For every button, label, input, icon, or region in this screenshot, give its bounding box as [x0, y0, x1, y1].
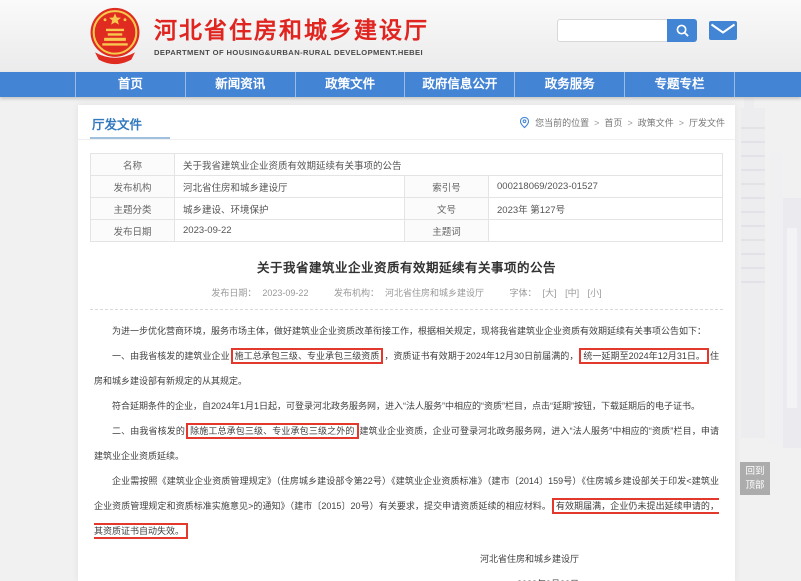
- text-segment: 二、由我省核发的: [112, 426, 185, 436]
- font-size-medium-button[interactable]: [中]: [565, 288, 579, 298]
- breadcrumb: 您当前的位置 > 首页 > 政策文件 > 厅发文件: [519, 116, 725, 129]
- search-input[interactable]: [557, 19, 667, 42]
- font-size-label: 字体：: [510, 288, 537, 298]
- field-value-category: 城乡建设、环境保护: [175, 198, 405, 220]
- location-pin-icon: [519, 116, 530, 129]
- nav-item-topics[interactable]: 专题专栏: [624, 72, 735, 97]
- main-nav: 首页 新闻资讯 政策文件 政府信息公开 政务服务 专题专栏: [0, 72, 801, 97]
- signature-date: 2023年9月22日: [94, 572, 719, 581]
- back-to-top-button[interactable]: 回到顶部: [740, 462, 770, 495]
- field-label-category: 主题分类: [91, 198, 175, 220]
- document-body: 为进一步优化营商环境，服务市场主体，做好建筑业企业资质改革衔接工作，根据相关规定…: [94, 319, 719, 581]
- content-card: 厅发文件 您当前的位置 > 首页 > 政策文件 > 厅发文件 名称 关于我省建筑…: [78, 105, 735, 581]
- font-size-small-button[interactable]: [小]: [588, 288, 602, 298]
- field-label-index: 索引号: [405, 176, 489, 198]
- site-brand[interactable]: 河北省住房和城乡建设厅 DEPARTMENT OF HOUSING&URBAN-…: [86, 5, 429, 67]
- table-row: 发布日期 2023-09-22 主题词: [91, 220, 723, 242]
- field-label-publisher: 发布机构: [91, 176, 175, 198]
- table-row: 名称 关于我省建筑业企业资质有效期延续有关事项的公告: [91, 154, 723, 176]
- publish-date-label: 发布日期：: [211, 288, 256, 298]
- paragraph-item-2: 二、由我省核发的除施工总承包三级、专业承包三级之外的建筑业企业资质，企业可登录河…: [94, 419, 719, 469]
- breadcrumb-label: 您当前的位置: [535, 116, 589, 129]
- city-skyline-watermark: [735, 98, 801, 478]
- page: 河北省住房和城乡建设厅 DEPARTMENT OF HOUSING&URBAN-…: [0, 0, 801, 581]
- paragraph-intro: 为进一步优化营商环境，服务市场主体，做好建筑业企业资质改革衔接工作，根据相关规定…: [94, 319, 719, 344]
- nav-item-home[interactable]: 首页: [75, 72, 185, 97]
- site-title: 河北省住房和城乡建设厅: [154, 15, 429, 45]
- text-segment: 为进一步优化营商环境，服务市场主体，做好建筑业企业资质改革衔接工作，根据相关规定…: [112, 326, 706, 336]
- tab-dept-documents[interactable]: 厅发文件: [92, 114, 142, 133]
- field-label-keywords: 主题词: [405, 220, 489, 242]
- field-value-publisher: 河北省住房和城乡建设厅: [175, 176, 405, 198]
- section-header: 厅发文件 您当前的位置 > 首页 > 政策文件 > 厅发文件: [78, 105, 735, 140]
- search-button[interactable]: [667, 19, 697, 42]
- breadcrumb-separator: >: [679, 118, 684, 128]
- site-header: 河北省住房和城乡建设厅 DEPARTMENT OF HOUSING&URBAN-…: [0, 0, 801, 72]
- paragraph-item-1: 一、由我省核发的建筑业企业施工总承包三级、专业承包三级资质，资质证书有效期于20…: [94, 344, 719, 394]
- publisher: 河北省住房和城乡建设厅: [385, 288, 484, 298]
- field-value-date: 2023-09-22: [175, 220, 405, 242]
- mail-icon: [709, 21, 737, 40]
- field-value-keywords: [489, 220, 723, 242]
- red-annotation-box: 施工总承包三级、专业承包三级资质: [231, 348, 384, 364]
- signature-org: 河北省住房和城乡建设厅: [94, 547, 719, 572]
- text-segment: 符合延期条件的企业，自2024年1月1日起，可登录河北政务服务网，进入“法人服务…: [112, 401, 700, 411]
- search-icon: [675, 23, 690, 38]
- nav-item-gov-info[interactable]: 政府信息公开: [404, 72, 514, 97]
- nav-item-services[interactable]: 政务服务: [514, 72, 624, 97]
- text-segment: 一、由我省核发的建筑业企业: [112, 351, 230, 361]
- field-label-doc-number: 文号: [405, 198, 489, 220]
- breadcrumb-separator: >: [594, 118, 599, 128]
- field-value-index: 000218069/2023-01527: [489, 176, 723, 198]
- search-bar: [557, 19, 697, 42]
- document-info-table: 名称 关于我省建筑业企业资质有效期延续有关事项的公告 发布机构 河北省住房和城乡…: [90, 153, 723, 242]
- paragraph-requirements: 企业需按照《建筑业企业资质管理规定》（住房城乡建设部令第22号）《建筑业企业资质…: [94, 469, 719, 544]
- divider: [90, 309, 723, 310]
- paragraph-renewal-steps: 符合延期条件的企业，自2024年1月1日起，可登录河北政务服务网，进入“法人服务…: [94, 394, 719, 419]
- breadcrumb-policy[interactable]: 政策文件: [638, 116, 674, 129]
- breadcrumb-separator: >: [627, 118, 632, 128]
- red-annotation-box: 除施工总承包三级、专业承包三级之外的: [186, 423, 358, 439]
- field-value-name: 关于我省建筑业企业资质有效期延续有关事项的公告: [175, 154, 723, 176]
- national-emblem-logo: [86, 5, 144, 67]
- red-annotation-box: 统一延期至2024年12月31日。: [579, 348, 709, 364]
- field-label-name: 名称: [91, 154, 175, 176]
- site-subtitle: DEPARTMENT OF HOUSING&URBAN-RURAL DEVELO…: [154, 48, 429, 57]
- publish-date: 2023-09-22: [262, 288, 308, 298]
- document-meta: 发布日期：2023-09-22 发布机构：河北省住房和城乡建设厅 字体：[大] …: [78, 286, 735, 299]
- mail-button[interactable]: [709, 21, 737, 40]
- text-segment: ，资质证书有效期于2024年12月30日前届满的，: [384, 351, 578, 361]
- field-value-doc-number: 2023年 第127号: [489, 198, 723, 220]
- publisher-label: 发布机构：: [334, 288, 379, 298]
- nav-item-policy[interactable]: 政策文件: [295, 72, 405, 97]
- breadcrumb-current: 厅发文件: [689, 116, 725, 129]
- nav-item-news[interactable]: 新闻资讯: [185, 72, 295, 97]
- table-row: 发布机构 河北省住房和城乡建设厅 索引号 000218069/2023-0152…: [91, 176, 723, 198]
- table-row: 主题分类 城乡建设、环境保护 文号 2023年 第127号: [91, 198, 723, 220]
- document-title: 关于我省建筑业企业资质有效期延续有关事项的公告: [78, 257, 735, 276]
- field-label-date: 发布日期: [91, 220, 175, 242]
- font-size-large-button[interactable]: [大]: [543, 288, 557, 298]
- breadcrumb-home[interactable]: 首页: [604, 116, 622, 129]
